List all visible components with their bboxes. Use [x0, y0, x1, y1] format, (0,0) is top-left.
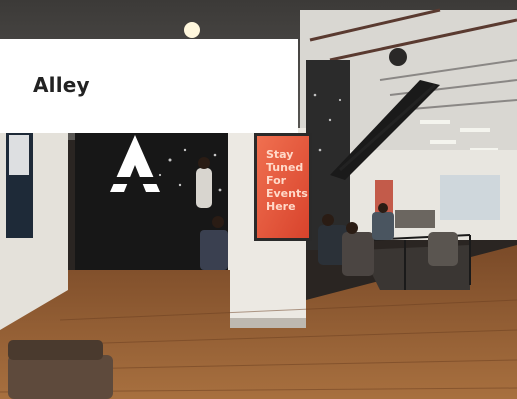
sign-line: For	[266, 174, 287, 187]
sign-line: Events	[266, 187, 308, 200]
sign-line: Here	[266, 200, 296, 213]
sign-line: Stay	[266, 148, 293, 161]
location-title: Alley	[33, 73, 90, 97]
location-card[interactable]: Stay Tuned For Events Here Alley	[0, 0, 517, 399]
sign-line: Tuned	[266, 161, 303, 174]
